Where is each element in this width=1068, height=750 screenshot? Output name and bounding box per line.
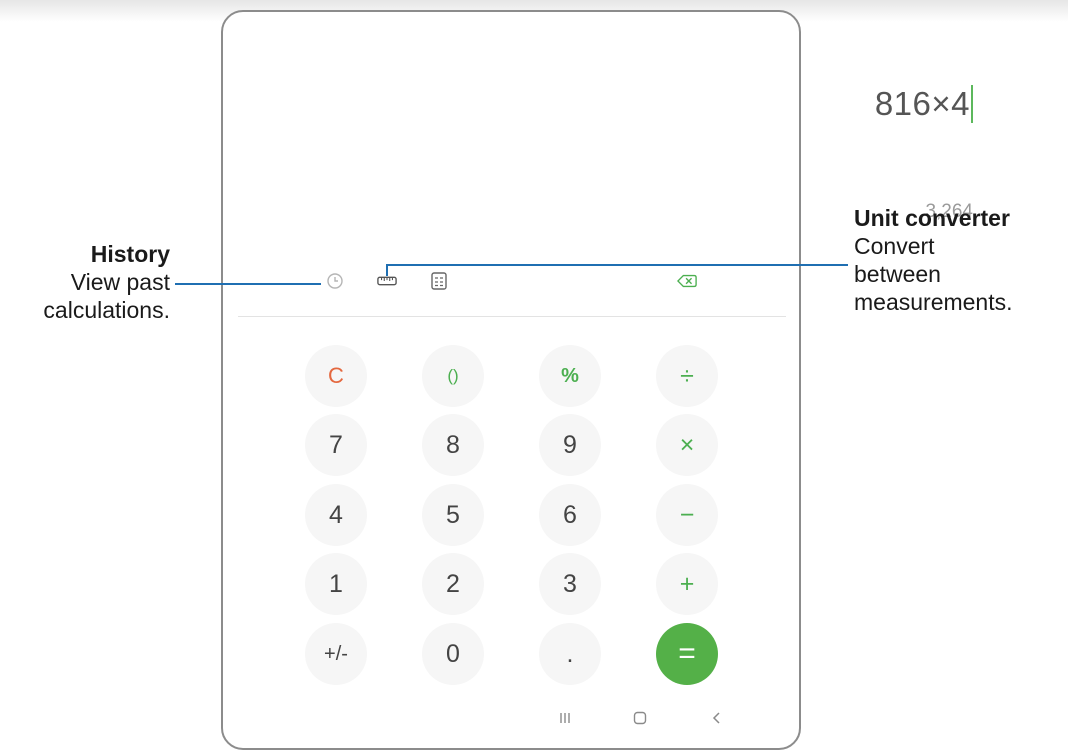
- decimal-key[interactable]: .: [539, 623, 601, 685]
- plus-minus-key[interactable]: +/-: [305, 623, 367, 685]
- clear-key[interactable]: C: [305, 345, 367, 407]
- expression-text: 816×4: [874, 85, 970, 122]
- digit-2-key[interactable]: 2: [422, 553, 484, 615]
- history-button[interactable]: [325, 271, 345, 291]
- back-button[interactable]: [707, 709, 727, 727]
- divide-key[interactable]: ÷: [656, 345, 718, 407]
- subtract-key[interactable]: −: [656, 484, 718, 546]
- percent-key[interactable]: %: [539, 345, 601, 407]
- calculator-grid-icon: [431, 272, 447, 290]
- history-callout-line2: calculations.: [43, 297, 170, 323]
- digit-5-key[interactable]: 5: [422, 484, 484, 546]
- digit-0-key[interactable]: 0: [422, 623, 484, 685]
- unit-converter-callout-title: Unit converter: [854, 205, 1010, 231]
- equals-key[interactable]: =: [656, 623, 718, 685]
- history-callout-line1: View past: [70, 269, 170, 295]
- digit-8-key[interactable]: 8: [422, 414, 484, 476]
- history-callout: History View past calculations.: [43, 240, 170, 324]
- ruler-icon: [377, 276, 397, 286]
- history-leader-line: [175, 283, 321, 285]
- digit-1-key[interactable]: 1: [305, 553, 367, 615]
- history-callout-title: History: [90, 241, 170, 267]
- backspace-button[interactable]: [677, 271, 697, 291]
- backspace-icon: [677, 274, 697, 288]
- unit-converter-callout-line3: measurements.: [854, 289, 1013, 315]
- multiply-key[interactable]: ×: [656, 414, 718, 476]
- clock-icon: [327, 273, 343, 289]
- add-key[interactable]: +: [656, 553, 718, 615]
- expression-display[interactable]: 816×4: [875, 85, 973, 123]
- converter-leader-line: [386, 264, 848, 266]
- text-cursor: [971, 85, 973, 123]
- digit-7-key[interactable]: 7: [305, 414, 367, 476]
- parentheses-key[interactable]: (): [422, 345, 484, 407]
- scientific-mode-button[interactable]: [429, 271, 449, 291]
- digit-6-key[interactable]: 6: [539, 484, 601, 546]
- unit-converter-callout: Unit converter Convert between measureme…: [854, 204, 1013, 316]
- unit-converter-callout-line2: between: [854, 261, 941, 287]
- recents-icon: [560, 713, 570, 723]
- back-icon: [712, 712, 720, 724]
- home-button[interactable]: [630, 709, 650, 727]
- keypad-divider: [238, 316, 786, 317]
- digit-9-key[interactable]: 9: [539, 414, 601, 476]
- home-icon: [633, 711, 647, 725]
- unit-converter-callout-line1: Convert: [854, 233, 935, 259]
- digit-4-key[interactable]: 4: [305, 484, 367, 546]
- digit-3-key[interactable]: 3: [539, 553, 601, 615]
- recents-button[interactable]: [555, 709, 575, 727]
